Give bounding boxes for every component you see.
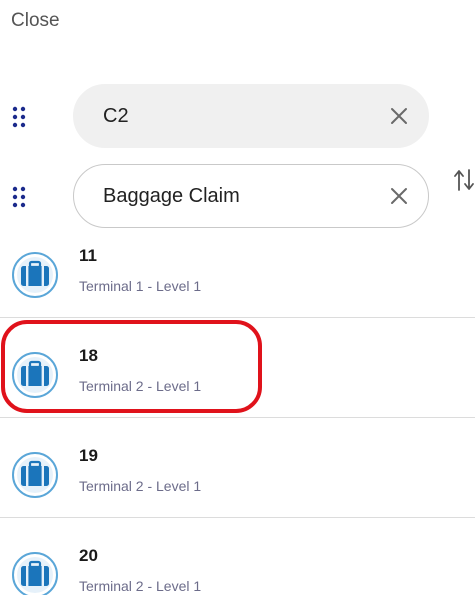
search-results-list: 11 Terminal 1 - Level 1 18 Terminal 2 - … <box>0 218 475 595</box>
close-button[interactable]: Close <box>11 10 60 32</box>
baggage-claim-icon <box>11 451 59 499</box>
baggage-claim-icon <box>11 551 59 595</box>
baggage-claim-icon <box>11 251 59 299</box>
result-location: Terminal 2 - Level 1 <box>79 378 202 394</box>
baggage-claim-icon <box>11 351 59 399</box>
result-number: 19 <box>79 446 98 465</box>
destination-value: Baggage Claim <box>103 184 240 207</box>
result-item-19[interactable]: 19 Terminal 2 - Level 1 <box>0 418 475 518</box>
result-number: 20 <box>79 546 98 565</box>
result-location: Terminal 2 - Level 1 <box>79 478 202 494</box>
result-number: 18 <box>79 346 98 365</box>
result-item-20[interactable]: 20 Terminal 2 - Level 1 <box>0 518 475 595</box>
origin-input[interactable]: C2 <box>73 84 429 148</box>
clear-destination-icon[interactable] <box>390 187 408 205</box>
result-item-11[interactable]: 11 Terminal 1 - Level 1 <box>0 218 475 318</box>
drag-handle-icon[interactable] <box>11 106 29 128</box>
drag-handle-icon[interactable] <box>11 186 29 208</box>
result-location: Terminal 2 - Level 1 <box>79 578 202 594</box>
swap-stops-icon[interactable] <box>453 166 475 194</box>
clear-origin-icon[interactable] <box>390 107 408 125</box>
result-location: Terminal 1 - Level 1 <box>79 278 202 294</box>
result-item-18[interactable]: 18 Terminal 2 - Level 1 <box>0 318 475 418</box>
origin-value: C2 <box>103 104 129 127</box>
wayfinding-panel: Close C2 Baggage Claim 11 Terminal 1 - L… <box>0 0 475 595</box>
route-stop-origin: C2 <box>0 84 440 148</box>
result-number: 11 <box>79 246 97 265</box>
